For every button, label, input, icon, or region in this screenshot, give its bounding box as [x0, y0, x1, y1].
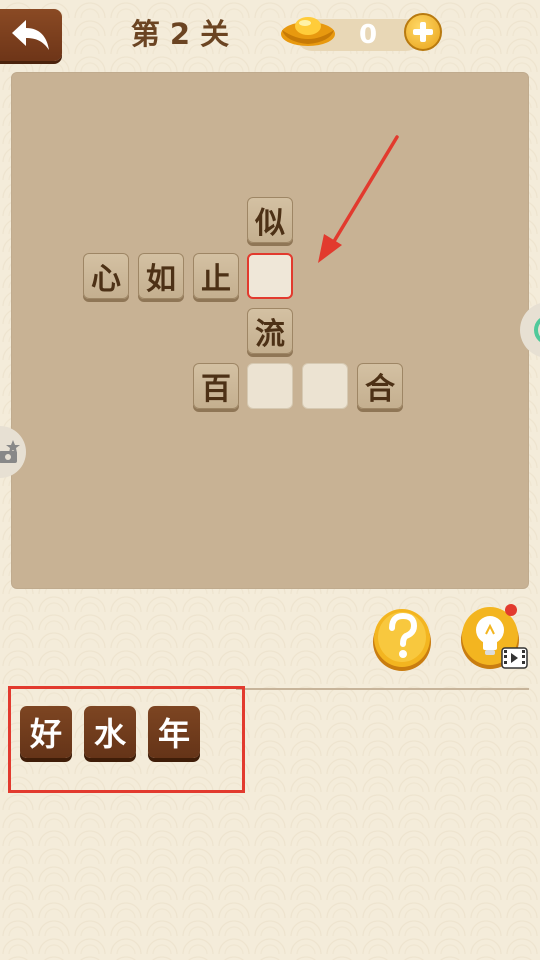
video-icon	[501, 647, 528, 669]
choice-tile[interactable]: 水	[84, 706, 136, 758]
board-tile: 如	[138, 253, 184, 299]
board-tile: 百	[193, 363, 239, 409]
level-title: 第 2 关	[130, 17, 230, 51]
plus-icon	[413, 22, 433, 42]
pointer-arrow	[318, 135, 399, 263]
gold-ingot-icon	[281, 17, 335, 46]
empty-slot[interactable]	[302, 363, 348, 409]
board-tile: 似	[247, 197, 293, 243]
board-tile: 心	[83, 253, 129, 299]
back-button[interactable]	[0, 9, 62, 61]
divider	[236, 688, 529, 690]
choice-tile[interactable]: 好	[20, 706, 72, 758]
board-tile: 流	[247, 308, 293, 354]
hint-video-button[interactable]	[460, 602, 530, 672]
green-orb-icon	[534, 318, 540, 342]
board-tile: 合	[357, 363, 403, 409]
coin-count: 0	[358, 20, 378, 50]
empty-slot[interactable]	[247, 363, 293, 409]
notification-dot	[505, 604, 517, 616]
back-arrow-icon	[12, 20, 49, 50]
choice-tile[interactable]: 年	[148, 706, 200, 758]
add-coins-button[interactable]	[404, 13, 442, 51]
help-button[interactable]	[372, 604, 432, 672]
camera-star-icon	[0, 440, 20, 463]
board-tile: 止	[193, 253, 239, 299]
selected-empty-slot[interactable]	[247, 253, 293, 299]
